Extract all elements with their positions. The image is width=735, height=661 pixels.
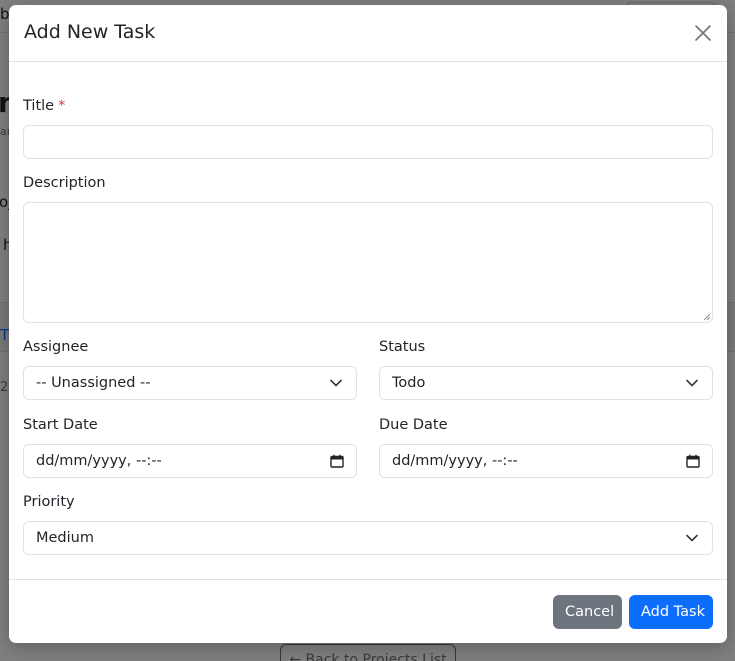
required-mark: *: [58, 98, 66, 114]
cancel-button[interactable]: Cancel: [553, 595, 622, 629]
due-date-value: dd/mm/yyyy, --:--: [392, 453, 518, 469]
close-icon: [695, 25, 711, 41]
title-label: Title *: [23, 98, 65, 114]
due-date-label: Due Date: [379, 417, 448, 433]
assignee-select-value: -- Unassigned --: [36, 375, 151, 391]
due-date-input[interactable]: dd/mm/yyyy, --:--: [379, 444, 713, 478]
title-input[interactable]: [23, 125, 713, 159]
description-wrapper: [23, 202, 713, 323]
start-date-input[interactable]: dd/mm/yyyy, --:--: [23, 444, 357, 478]
add-task-modal: Add New Task Title * Description Assignee…: [9, 5, 727, 643]
resize-grip-icon[interactable]: [703, 313, 711, 321]
add-task-button[interactable]: Add Task: [629, 595, 713, 629]
close-button[interactable]: [689, 19, 717, 47]
modal-title: Add New Task: [24, 21, 156, 43]
description-textarea[interactable]: [23, 202, 713, 323]
chevron-down-icon: [686, 379, 698, 387]
modal-body: Title * Description Assignee -- Unassigne…: [9, 62, 727, 579]
priority-select-value: Medium: [36, 530, 94, 546]
status-select-value: Todo: [392, 375, 426, 391]
modal-header: Add New Task: [9, 5, 727, 62]
calendar-icon[interactable]: [330, 454, 344, 468]
assignee-select[interactable]: -- Unassigned --: [23, 366, 357, 400]
priority-select[interactable]: Medium: [23, 521, 713, 555]
description-label: Description: [23, 175, 106, 191]
start-date-label: Start Date: [23, 417, 98, 433]
chevron-down-icon: [686, 534, 698, 542]
status-label: Status: [379, 339, 426, 355]
chevron-down-icon: [330, 379, 342, 387]
title-label-text: Title: [23, 98, 55, 114]
start-date-value: dd/mm/yyyy, --:--: [36, 453, 162, 469]
calendar-icon[interactable]: [686, 454, 700, 468]
priority-label: Priority: [23, 494, 75, 510]
assignee-label: Assignee: [23, 339, 89, 355]
status-select[interactable]: Todo: [379, 366, 713, 400]
modal-footer: Cancel Add Task: [9, 579, 727, 643]
